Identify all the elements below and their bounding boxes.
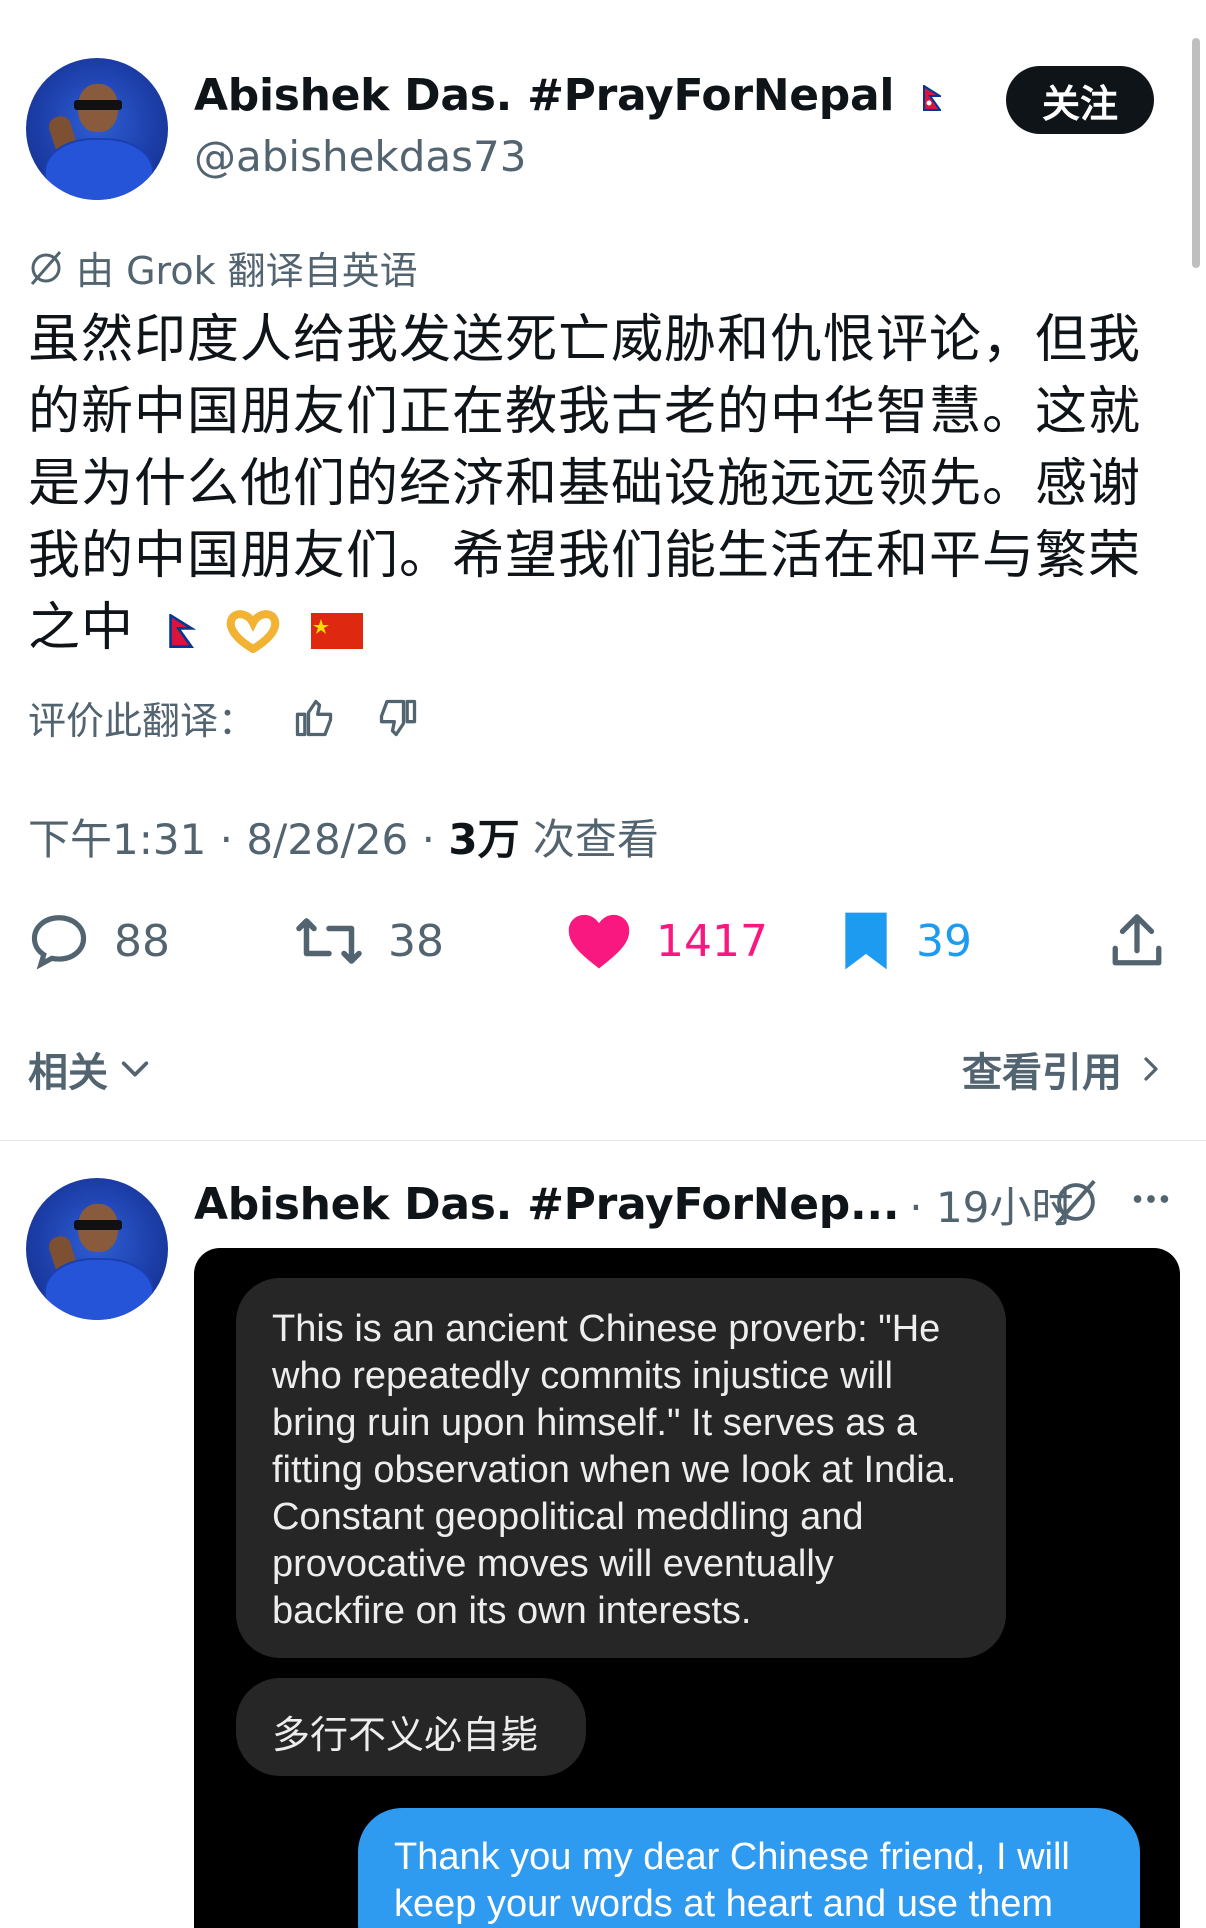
bookmark-icon: [845, 912, 887, 970]
retweet-button[interactable]: 38: [294, 910, 444, 972]
share-button[interactable]: [1108, 910, 1166, 976]
translation-notice[interactable]: 由 Grok 翻译自英语: [26, 240, 418, 295]
translate-icon: [1056, 1179, 1096, 1225]
chat-bubble-received: 多行不义必自毙: [236, 1678, 586, 1776]
chat-bubble-received: This is an ancient Chinese proverb: "He …: [236, 1278, 1006, 1658]
chat-bubble-text: Thank you my dear Chinese friend, I will…: [394, 1836, 1070, 1925]
bookmark-button[interactable]: 39: [840, 910, 972, 972]
reply-author-name[interactable]: Abishek Das. #PrayForNep...: [194, 1179, 900, 1230]
view-quotes-link[interactable]: 查看引用: [962, 1040, 1166, 1098]
scrollbar[interactable]: [1192, 38, 1200, 268]
chat-bubble-text: This is an ancient Chinese proverb: "He …: [272, 1308, 957, 1632]
post-time[interactable]: 下午1:31 · 8/28/26 ·: [28, 815, 448, 864]
bookmark-count: 39: [916, 915, 972, 967]
view-quotes-label: 查看引用: [962, 1050, 1122, 1096]
more-button[interactable]: [1128, 1176, 1174, 1226]
section-divider: [0, 1140, 1206, 1141]
author-name[interactable]: Abishek Das. #PrayForNepal: [194, 70, 894, 121]
reply-translate-button[interactable]: [1050, 1176, 1102, 1232]
views-count: 3万: [448, 815, 520, 864]
more-icon: [1133, 1195, 1169, 1203]
reply-icon: [31, 915, 87, 970]
retweet-count: 38: [388, 915, 444, 967]
thumb-down-icon[interactable]: [376, 696, 420, 740]
views-label: 次查看: [519, 815, 659, 864]
retweet-icon: [296, 918, 362, 964]
share-icon: [1112, 914, 1162, 966]
nepal-flag-icon: [168, 612, 196, 648]
translation-notice-text: 由 Grok 翻译自英语: [76, 249, 418, 293]
chevron-down-icon: [121, 1061, 149, 1077]
heart-icon: [568, 914, 630, 969]
follow-button[interactable]: 关注: [1006, 66, 1154, 134]
heart-hands-emoji-icon: [226, 610, 280, 654]
nepal-flag-icon: [923, 85, 942, 111]
reply-image[interactable]: This is an ancient Chinese proverb: "He …: [194, 1248, 1180, 1928]
chat-bubble-text: 多行不义必自毙: [272, 1713, 539, 1757]
rate-translation: 评价此翻译：: [28, 690, 420, 745]
like-count: 1417: [656, 915, 768, 967]
related-label: 相关: [28, 1050, 108, 1096]
author-avatar[interactable]: [26, 58, 168, 200]
post-text: 虽然印度人给我发送死亡威胁和仇恨评论，但我的新中国朋友们正在教我古老的中华智慧。…: [28, 304, 1178, 664]
like-button[interactable]: 1417: [566, 910, 768, 972]
author-name-row[interactable]: Abishek Das. #PrayForNepal: [194, 70, 942, 121]
china-flag-icon: [310, 613, 363, 649]
post-text-body: 虽然印度人给我发送死亡威胁和仇恨评论，但我的新中国朋友们正在教我古老的中华智慧。…: [28, 310, 1142, 658]
translate-icon: [30, 250, 62, 285]
author-handle[interactable]: @abishekdas73: [194, 132, 526, 181]
reply-count: 88: [114, 915, 170, 967]
related-dropdown[interactable]: 相关: [28, 1040, 152, 1098]
reply-time[interactable]: · 19小时: [909, 1174, 1073, 1235]
chevron-right-icon: [1144, 1057, 1158, 1081]
reply-header: Abishek Das. #PrayForNep... · 19小时: [194, 1174, 1073, 1235]
reply-author-avatar[interactable]: [26, 1178, 168, 1320]
post-timestamp: 下午1:31 · 8/28/26 · 3万 次查看: [28, 806, 659, 867]
thumb-up-icon[interactable]: [292, 696, 336, 740]
reply-button[interactable]: 88: [28, 910, 170, 972]
rate-translation-label: 评价此翻译：: [28, 699, 257, 743]
chat-bubble-sent: Thank you my dear Chinese friend, I will…: [358, 1808, 1140, 1928]
